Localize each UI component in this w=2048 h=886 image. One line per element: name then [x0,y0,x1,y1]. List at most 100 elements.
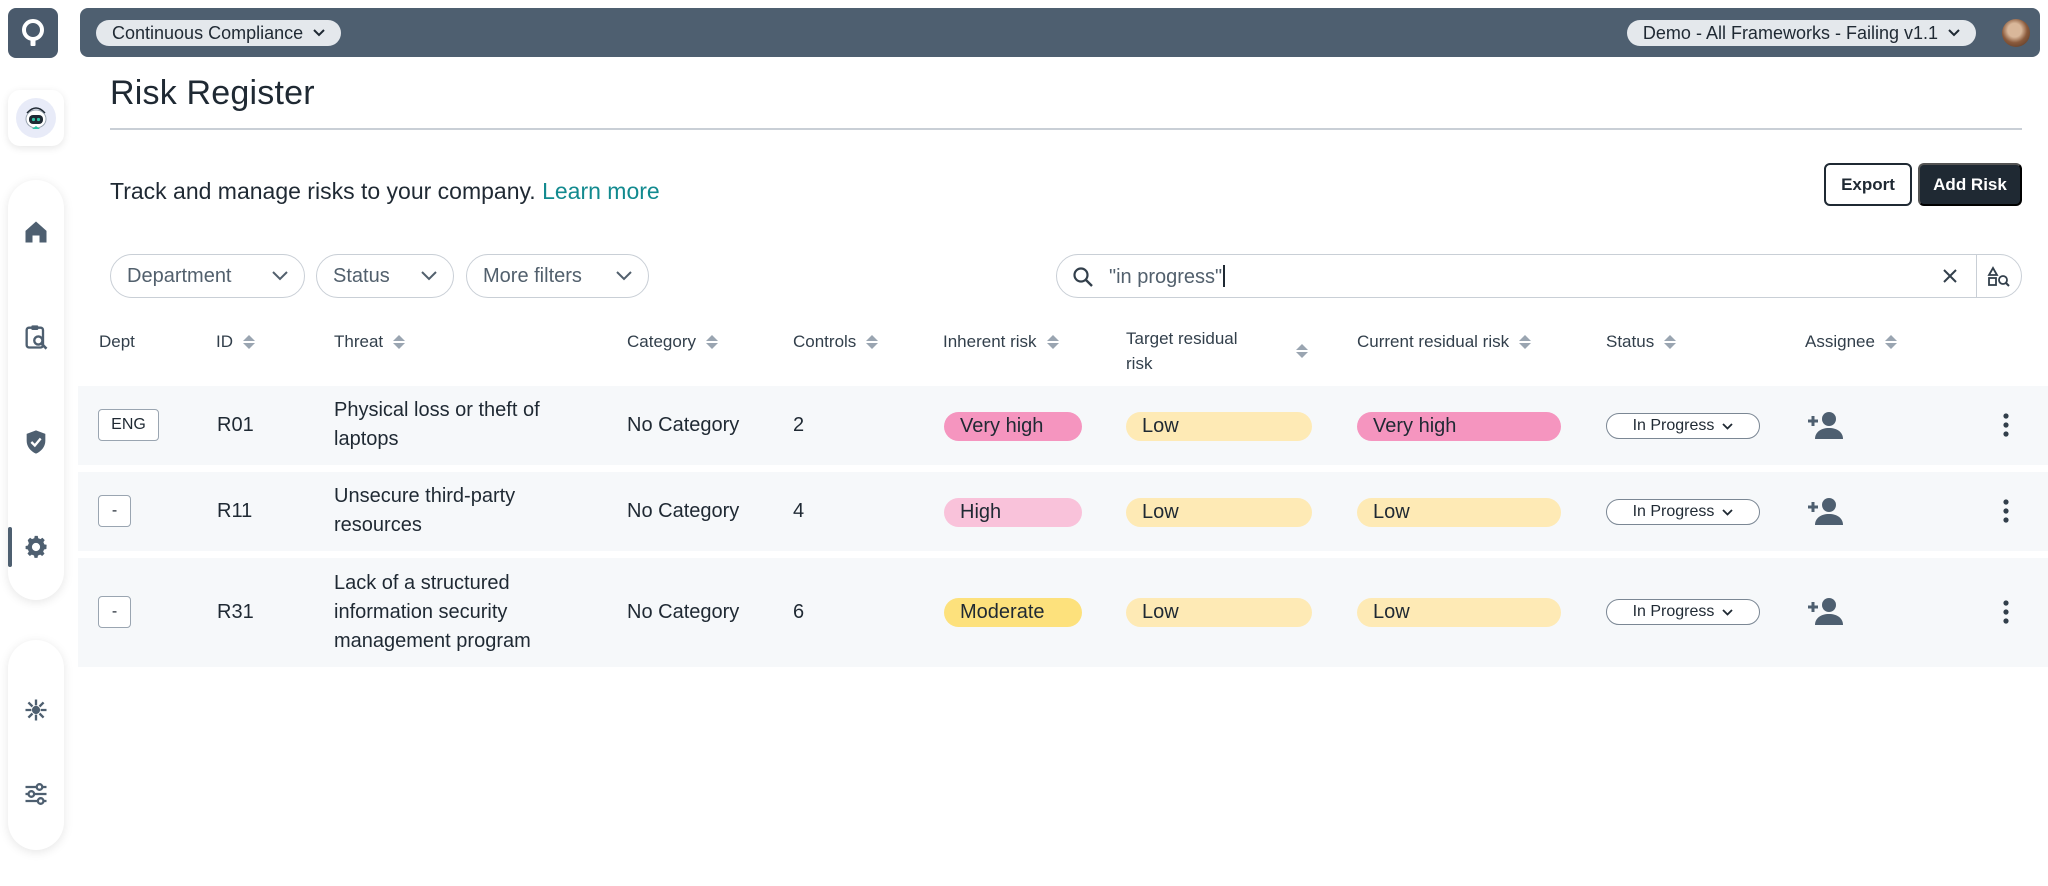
threat-text: Unsecure third-party resources [334,482,515,540]
status-label: In Progress [1632,503,1715,520]
sidebar-item-integrations[interactable] [8,682,64,738]
app-logo[interactable] [8,8,58,58]
search-value: "in progress" [1109,265,1225,289]
home-icon [25,221,47,243]
controls-count: 6 [793,601,805,623]
column-header-assignee[interactable]: Assignee [1805,330,1897,354]
status-label: In Progress [1632,603,1715,620]
add-assignee-icon[interactable] [1808,410,1844,440]
column-header-label: Assignee [1805,332,1875,351]
column-header-label: Category [627,332,696,351]
threat-line: management program [334,630,531,652]
controls-count: 4 [793,500,805,522]
status-filter[interactable]: Status [316,254,454,298]
sort-icon [393,335,406,349]
inherent-risk-badge: High [944,498,1082,527]
assistant-button[interactable] [8,90,64,146]
add-risk-button[interactable]: Add Risk [1918,163,2022,206]
department-filter-label: Department [127,264,232,287]
top-bar: Continuous Compliance Demo - All Framewo… [80,8,2040,57]
export-button[interactable]: Export [1824,163,1912,206]
sidebar-item-audits[interactable] [8,309,64,365]
department-filter[interactable]: Department [110,254,305,298]
sort-icon [1046,335,1059,349]
threat-line: Unsecure third-party [334,485,516,507]
framework-select[interactable]: Demo - All Frameworks - Failing v1.1 [1626,20,1976,46]
chevron-down-icon [1722,608,1734,616]
column-header-label: Dept [99,332,135,351]
chevron-down-icon [272,271,288,281]
status-select[interactable]: In Progress [1606,599,1760,625]
sort-icon [1296,344,1308,358]
risk-id: R31 [217,601,254,623]
status-select[interactable]: In Progress [1606,499,1760,525]
sort-icon [1519,335,1532,349]
column-header-label: ID [216,332,233,351]
risk-id: R11 [217,500,253,522]
user-avatar[interactable] [2002,19,2030,47]
column-header-target-residual-risk[interactable]: Target residual risk [1126,326,1308,376]
search-icon [1073,267,1093,287]
table-row[interactable]: - R11 Unsecure third-party resources No … [78,472,2048,551]
chevron-down-icon [616,271,632,281]
sort-icon [705,335,718,349]
column-header-category[interactable]: Category [627,330,718,354]
column-header-inherent-risk[interactable]: Inherent risk [943,330,1059,354]
title-divider [110,128,2022,130]
threat-text: Physical loss or theft of laptops [334,396,540,454]
sidebar-nav-main [8,180,64,600]
column-header-label: Threat [334,332,384,351]
category: No Category [627,500,740,522]
add-assignee-icon[interactable] [1808,496,1844,526]
sidebar-item-trust[interactable] [8,414,64,470]
column-header-dept[interactable]: Dept [99,330,135,354]
table-row[interactable]: ENG R01 Physical loss or theft of laptop… [78,386,2048,465]
column-header-label: Status [1606,332,1655,351]
shield-check-icon [26,430,46,454]
column-header-controls[interactable]: Controls [793,330,879,354]
target-risk-badge: Low [1126,412,1312,441]
column-header-id[interactable]: ID [216,330,255,354]
sidebar-item-settings[interactable] [8,766,64,822]
learn-more-link[interactable]: Learn more [542,178,660,204]
sidebar-item-risk[interactable] [8,519,64,575]
category: No Category [627,601,740,623]
target-risk-badge: Low [1126,598,1312,627]
inherent-risk-badge: Moderate [944,598,1082,627]
category: No Category [627,414,740,436]
dept-badge: - [98,596,131,628]
dept-badge: - [98,495,131,527]
more-options-icon[interactable] [2002,498,2010,524]
column-header-label: Target residual risk [1126,326,1238,376]
status-select[interactable]: In Progress [1606,413,1760,439]
sort-icon [866,335,879,349]
threat-line: information security [334,601,508,623]
add-assignee-icon[interactable] [1808,596,1844,626]
more-filters[interactable]: More filters [466,254,649,298]
column-header-status[interactable]: Status [1606,330,1677,354]
threat-line: resources [334,514,422,536]
clipboard-search-icon [25,325,48,350]
chevron-down-icon [313,29,325,37]
advanced-search-icon[interactable] [1987,265,2011,289]
column-header-threat[interactable]: Threat [334,330,406,354]
gear-icon [25,535,47,558]
workspace-select[interactable]: Continuous Compliance [96,20,342,46]
threat-line: Physical loss or theft of [334,399,540,421]
search-input[interactable]: "in progress" [1056,254,2022,298]
more-options-icon[interactable] [2002,599,2010,625]
current-risk-badge: Very high [1357,412,1561,441]
chevron-down-icon [1722,508,1734,516]
column-header-label: Controls [793,332,857,351]
target-risk-badge: Low [1126,498,1312,527]
chevron-down-icon [1722,422,1734,430]
column-header-label: Inherent risk [943,332,1037,351]
close-icon[interactable] [1941,267,1959,285]
framework-select-label: Demo - All Frameworks - Failing v1.1 [1642,22,1938,43]
column-header-current-residual-risk[interactable]: Current residual risk [1357,330,1532,354]
sidebar-item-home[interactable] [8,204,64,260]
integrations-icon [25,699,47,721]
more-options-icon[interactable] [2002,412,2010,438]
search-divider [1975,255,1977,297]
table-row[interactable]: - R31 Lack of a structured information s… [78,558,2048,667]
